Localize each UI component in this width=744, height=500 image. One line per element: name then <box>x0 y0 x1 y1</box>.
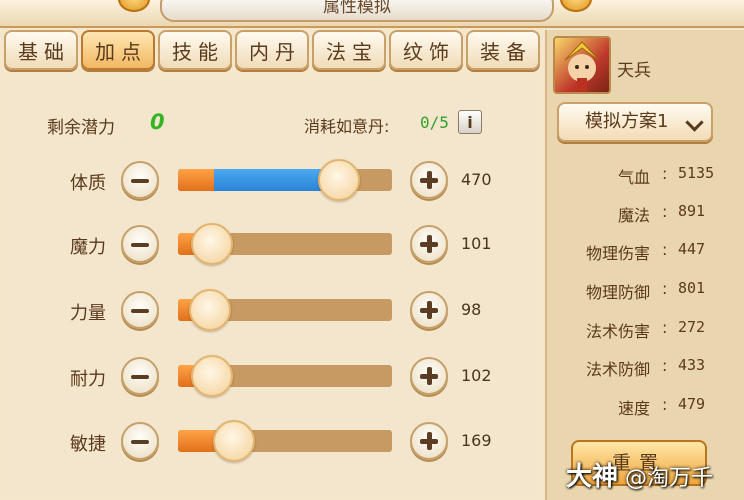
stat-separator: : <box>662 202 668 221</box>
stat-value: 801 <box>678 279 706 297</box>
stat-value: 447 <box>678 240 706 258</box>
increase-button[interactable] <box>410 161 448 199</box>
minus-icon <box>123 227 157 261</box>
stat-row: 速度:479 <box>547 395 744 419</box>
attribute-value: 101 <box>461 234 492 253</box>
decrease-button[interactable] <box>121 422 159 460</box>
warrior-portrait-icon <box>564 41 600 92</box>
tab-7[interactable]: 装备 <box>466 30 540 70</box>
slider-handle[interactable] <box>318 159 360 201</box>
attribute-value: 102 <box>461 366 492 385</box>
attribute-label: 力量 <box>70 303 106 324</box>
plus-icon <box>412 424 446 458</box>
stat-row: 气血:5135 <box>547 164 744 188</box>
increase-button[interactable] <box>410 225 448 263</box>
stat-value: 479 <box>678 395 706 413</box>
tab-4[interactable]: 内丹 <box>235 30 309 70</box>
decrease-button[interactable] <box>121 291 159 329</box>
slider-fill-base <box>178 430 214 452</box>
character-name: 天兵 <box>617 61 651 81</box>
character-avatar <box>553 36 611 94</box>
stat-separator: : <box>662 356 668 375</box>
tab-1[interactable]: 基础 <box>4 30 78 70</box>
slider-handle[interactable] <box>191 355 233 397</box>
remaining-potential-value: 0 <box>150 110 165 134</box>
character-sidebar: 天兵 模拟方案1 气血:5135 魔法:891 物理伤害:447 物理防御:801 法术… <box>545 30 744 500</box>
minus-icon <box>123 293 157 327</box>
tab-5[interactable]: 法宝 <box>312 30 386 70</box>
decrease-button[interactable] <box>121 357 159 395</box>
stat-value: 5135 <box>678 164 715 182</box>
slider-handle[interactable] <box>213 420 255 462</box>
stat-label: 物理防御 <box>585 283 650 302</box>
scheme-dropdown[interactable]: 模拟方案1 <box>557 102 713 142</box>
stat-label: 魔法 <box>617 206 650 225</box>
top-header: 属性模拟 <box>0 0 744 28</box>
chevron-down-icon <box>685 113 704 132</box>
scheme-dropdown-label: 模拟方案1 <box>585 111 669 132</box>
decrease-button[interactable] <box>121 161 159 199</box>
tab-6[interactable]: 纹饰 <box>389 30 463 70</box>
stat-label: 法术防御 <box>585 360 650 379</box>
attribute-slider[interactable] <box>178 159 392 201</box>
attribute-label: 体质 <box>70 173 106 194</box>
consume-pill-label: 消耗如意丹: <box>304 117 390 136</box>
stat-label: 物理伤害 <box>585 244 650 263</box>
minus-icon <box>123 359 157 393</box>
attribute-label: 魔力 <box>70 237 106 258</box>
attribute-slider[interactable] <box>178 223 392 265</box>
stat-separator: : <box>662 164 668 183</box>
plus-icon <box>412 359 446 393</box>
stat-value: 272 <box>678 318 706 336</box>
attribute-slider[interactable] <box>178 289 392 331</box>
tab-3[interactable]: 技能 <box>158 30 232 70</box>
stat-row: 法术伤害:272 <box>547 318 744 342</box>
watermark: 大神 @淘万千 <box>566 456 713 493</box>
consume-pill-value: 0/5 <box>420 113 449 132</box>
stat-label: 速度 <box>617 399 650 418</box>
attribute-value: 98 <box>461 300 482 319</box>
increase-button[interactable] <box>410 291 448 329</box>
tab-2[interactable]: 加点 <box>81 30 155 70</box>
stat-separator: : <box>662 240 668 259</box>
increase-button[interactable] <box>410 357 448 395</box>
attribute-slider[interactable] <box>178 355 392 397</box>
header-ornament-left-icon <box>118 0 150 12</box>
minus-icon <box>123 163 157 197</box>
remaining-potential-label: 剩余潜力 <box>47 118 115 138</box>
decrease-button[interactable] <box>121 225 159 263</box>
stat-row: 物理防御:801 <box>547 279 744 303</box>
stat-separator: : <box>662 395 668 414</box>
attribute-label: 耐力 <box>70 369 106 390</box>
stat-label: 气血 <box>617 168 650 187</box>
stat-row: 法术防御:433 <box>547 356 744 380</box>
info-button[interactable]: i <box>458 110 482 134</box>
stat-value: 433 <box>678 356 706 374</box>
slider-fill-base <box>178 169 214 191</box>
stat-label: 法术伤害 <box>585 322 650 341</box>
plus-icon <box>412 163 446 197</box>
attribute-label: 敏捷 <box>70 434 106 455</box>
slider-handle[interactable] <box>191 223 233 265</box>
attribute-slider[interactable] <box>178 420 392 462</box>
increase-button[interactable] <box>410 422 448 460</box>
attribute-value: 169 <box>461 431 492 450</box>
minus-icon <box>123 424 157 458</box>
stat-separator: : <box>662 318 668 337</box>
window-title: 属性模拟 <box>160 0 554 22</box>
stat-row: 物理伤害:447 <box>547 240 744 264</box>
plus-icon <box>412 293 446 327</box>
stat-row: 魔法:891 <box>547 202 744 226</box>
watermark-handle: @淘万千 <box>625 466 714 491</box>
header-ornament-right-icon <box>560 0 592 12</box>
plus-icon <box>412 227 446 261</box>
attribute-value: 470 <box>461 170 492 189</box>
stat-separator: : <box>662 279 668 298</box>
stat-value: 891 <box>678 202 706 220</box>
slider-handle[interactable] <box>189 289 231 331</box>
watermark-brand: 大神 <box>566 462 619 492</box>
